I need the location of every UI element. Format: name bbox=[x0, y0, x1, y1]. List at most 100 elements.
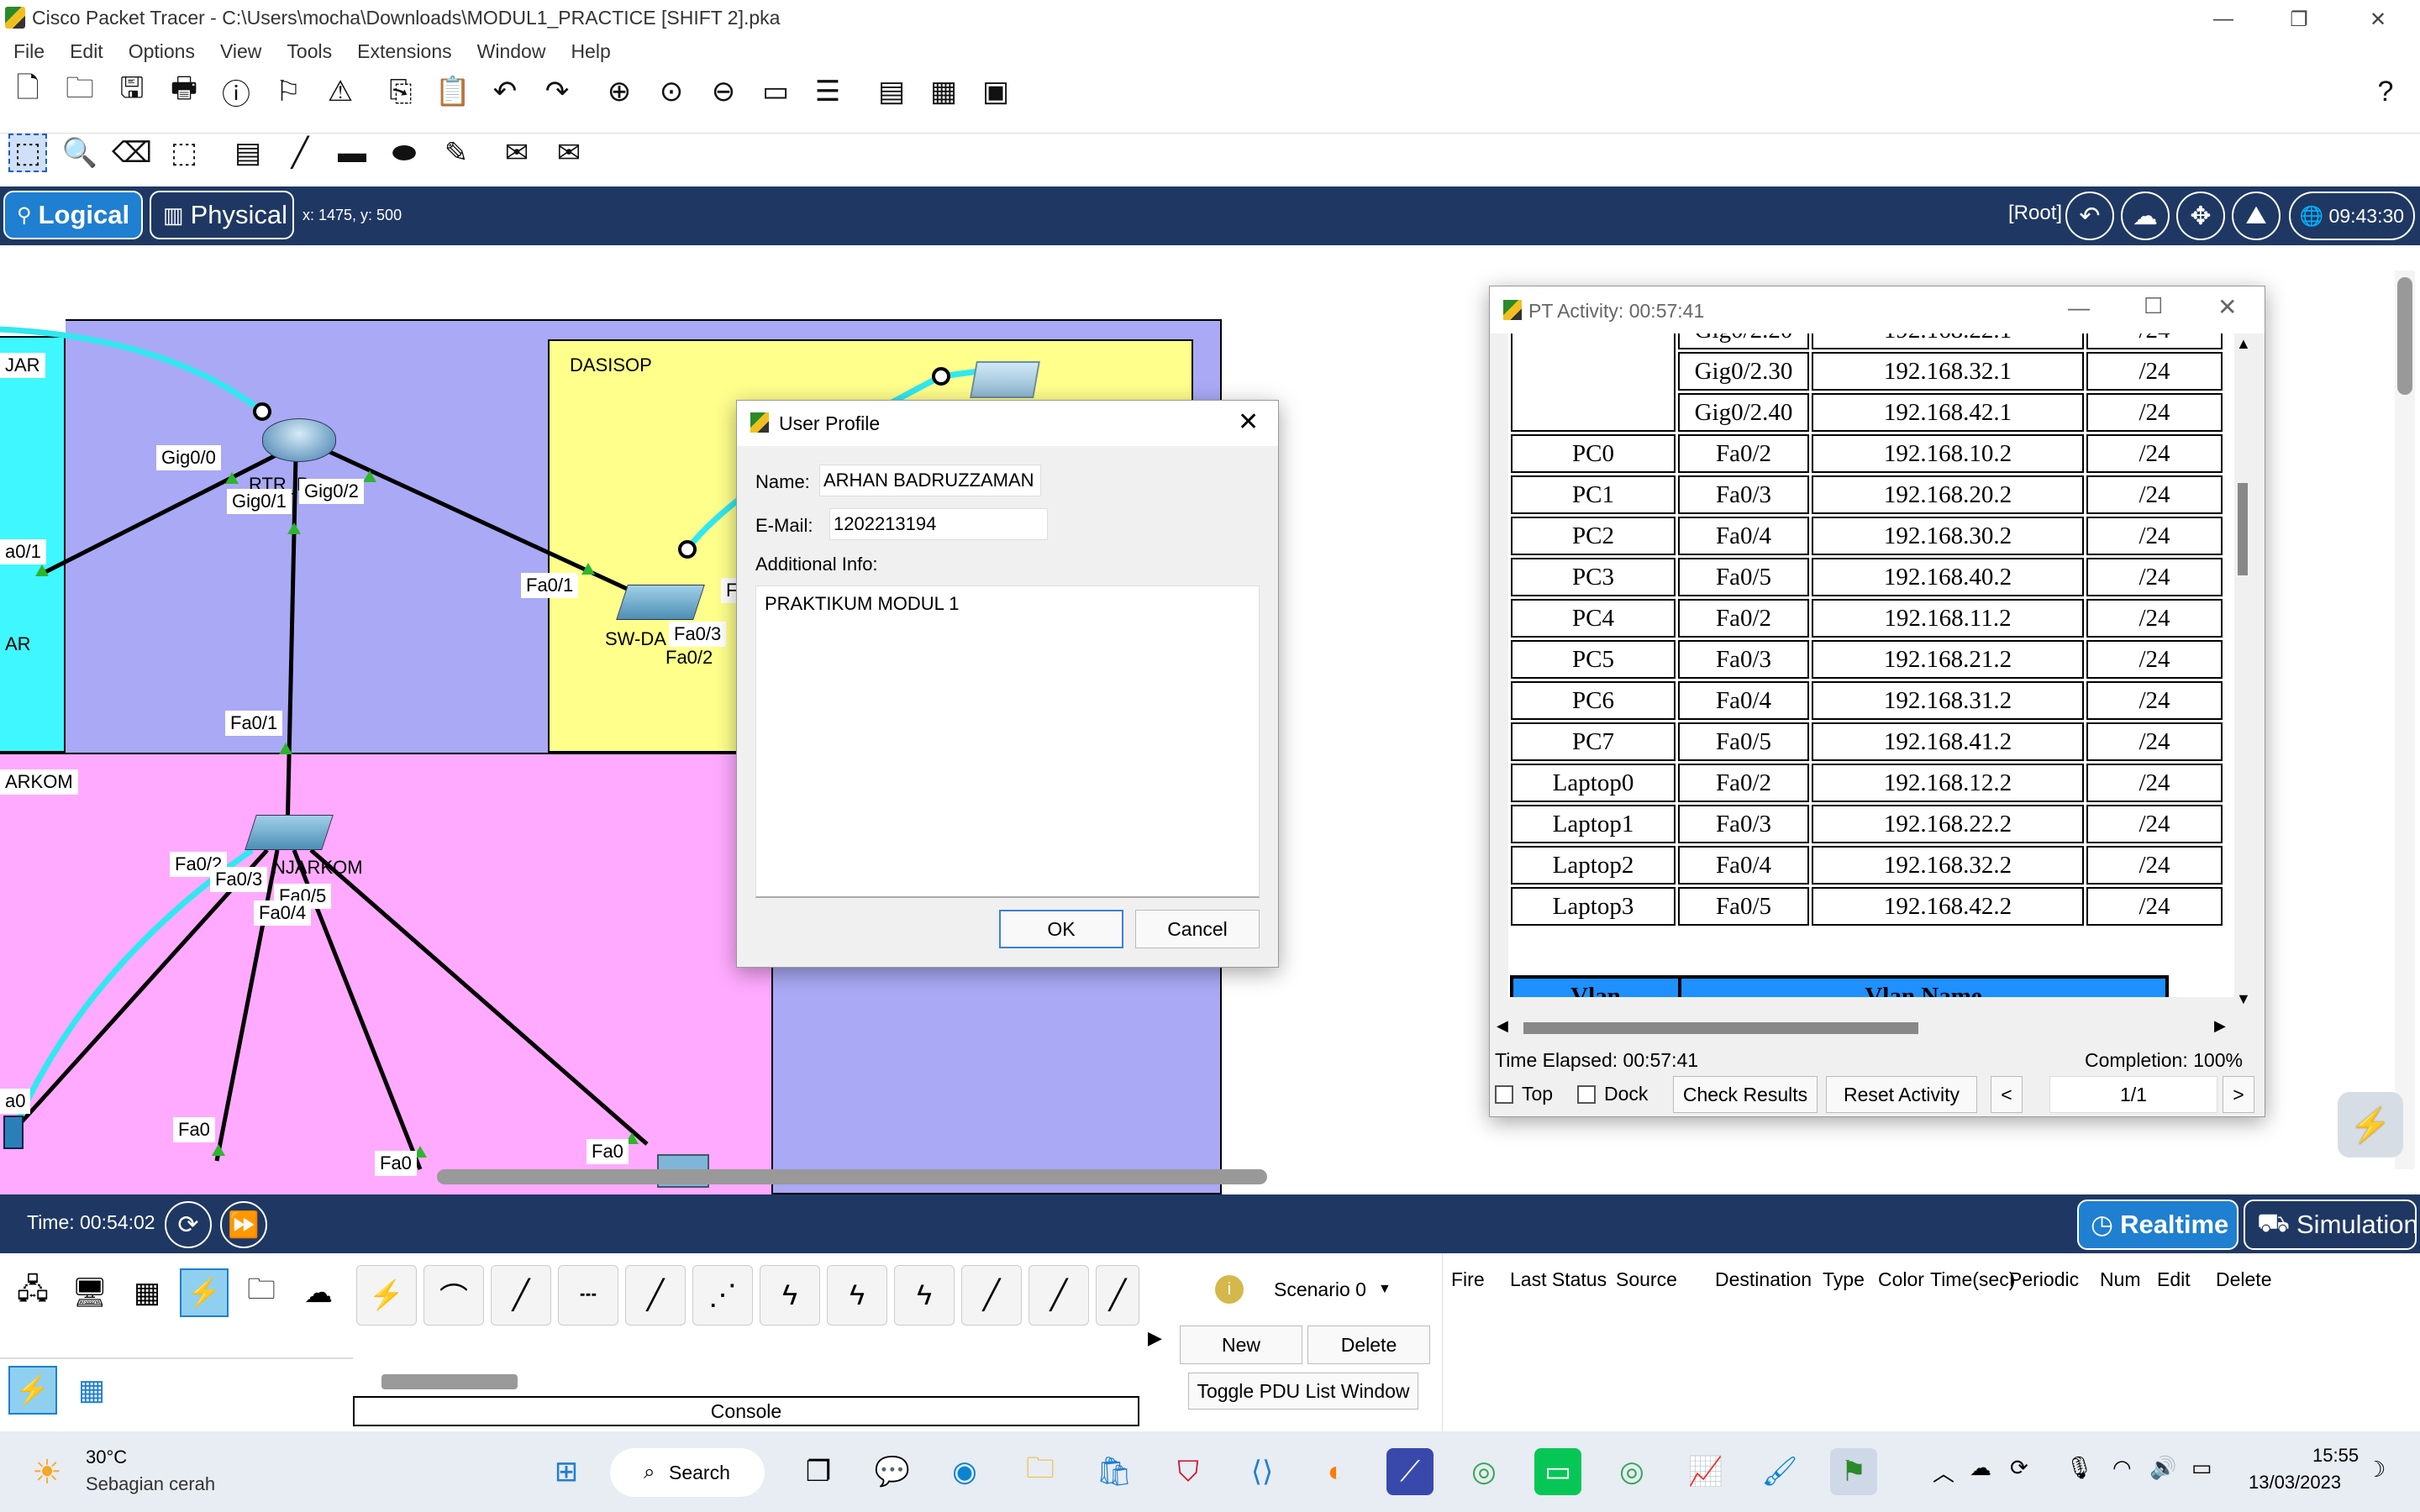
cancel-button[interactable]: Cancel bbox=[1135, 910, 1260, 948]
dialog-close-icon[interactable]: ✕ bbox=[1238, 407, 1259, 437]
activity-close-icon[interactable]: ✕ bbox=[2217, 293, 2237, 321]
notification-icon[interactable]: ☽ bbox=[2366, 1457, 2386, 1483]
tray-mic-icon[interactable]: 🎙 bbox=[2065, 1455, 2093, 1481]
activity-results-pane[interactable]: Gig0/2.20192.168.22.1/24Gig0/2.30192.168… bbox=[1508, 333, 2234, 997]
taskbar-search[interactable]: ⌕ Search bbox=[610, 1448, 765, 1497]
tray-chevron-icon[interactable]: ︿ bbox=[1933, 1457, 1954, 1488]
scenario-select[interactable]: Scenario 0 ▼ bbox=[1274, 1272, 1410, 1307]
network-devices-icon[interactable]: 🖧 bbox=[8, 1268, 57, 1317]
save-icon[interactable]: 🖫 bbox=[113, 72, 151, 111]
task-view-icon[interactable]: ❐ bbox=[795, 1448, 842, 1495]
phone-cable-icon[interactable]: ⋰ bbox=[692, 1265, 753, 1326]
paint-icon[interactable]: 🖌 bbox=[1756, 1448, 1803, 1495]
delete-icon[interactable]: ⌫ bbox=[112, 134, 152, 172]
pdu-column-header[interactable]: Fire bbox=[1451, 1268, 1485, 1291]
simulation-tab[interactable]: ⛟ Simulation bbox=[2244, 1200, 2418, 1250]
email-field[interactable] bbox=[829, 508, 1048, 540]
menu-file[interactable]: File bbox=[13, 39, 45, 64]
fiber-icon[interactable]: ╱ bbox=[625, 1265, 686, 1326]
scroll-thumb[interactable] bbox=[2397, 277, 2412, 395]
vscode-icon[interactable]: ⟨⟩ bbox=[1239, 1448, 1286, 1495]
firefox-icon[interactable]: ◐ bbox=[1313, 1448, 1360, 1495]
place-note-icon[interactable]: ▤ bbox=[229, 134, 267, 172]
paste-icon[interactable]: 📋 bbox=[434, 72, 472, 111]
redo-icon[interactable]: ↷ bbox=[538, 72, 576, 111]
reset-activity-button[interactable]: Reset Activity bbox=[1826, 1076, 1977, 1113]
zoom-out-icon[interactable]: ⊖ bbox=[704, 72, 743, 111]
scroll-right-icon[interactable]: ▶ bbox=[2214, 1017, 2226, 1035]
components-icon[interactable]: ▦ bbox=[123, 1268, 171, 1317]
device-dialog-icon[interactable]: ▦ bbox=[924, 72, 963, 111]
print-icon[interactable]: 🖶 bbox=[165, 72, 203, 111]
zoom-in-icon[interactable]: ⊕ bbox=[600, 72, 639, 111]
close-window-button[interactable]: ✕ bbox=[2353, 3, 2403, 35]
physical-tab[interactable]: ▥ Physical bbox=[150, 191, 294, 239]
draw-rectangle-icon[interactable]: ▬ bbox=[333, 134, 371, 172]
scroll-down-icon[interactable]: ▼ bbox=[2236, 990, 2251, 1008]
pc-icon[interactable] bbox=[3, 1116, 24, 1149]
menu-extensions[interactable]: Extensions bbox=[357, 39, 452, 64]
pdu-panel-arrow-icon[interactable]: ▶ bbox=[1148, 1327, 1162, 1349]
scroll-thumb[interactable] bbox=[1523, 1022, 1918, 1034]
complex-pdu-icon[interactable]: ✉ bbox=[550, 134, 588, 172]
auto-connection-icon[interactable]: ⚡ bbox=[356, 1265, 417, 1326]
laptop-icon[interactable] bbox=[970, 361, 1040, 398]
draw-line-icon[interactable]: ╱ bbox=[281, 134, 319, 172]
end-devices-icon[interactable]: 🖥 bbox=[66, 1268, 114, 1317]
connections-icon[interactable]: ⚡ bbox=[180, 1268, 229, 1317]
chat-icon[interactable]: 💬 bbox=[869, 1448, 916, 1495]
pdu-column-header[interactable]: Edit bbox=[2157, 1268, 2191, 1291]
inspect-icon[interactable]: 🔍 bbox=[60, 134, 99, 172]
scroll-thumb[interactable] bbox=[2238, 483, 2248, 575]
coaxial-icon[interactable]: ϟ bbox=[760, 1265, 820, 1326]
tray-cloud-icon[interactable]: ☁ bbox=[1970, 1455, 1991, 1481]
top-checkbox[interactable]: Top bbox=[1495, 1083, 1553, 1105]
file-explorer-icon[interactable]: 🗀 bbox=[1017, 1448, 1064, 1495]
resize-shape-icon[interactable]: ⬚ bbox=[165, 134, 203, 172]
new-scenario-button[interactable]: New bbox=[1180, 1326, 1302, 1364]
image-icon[interactable]: ▣ bbox=[976, 72, 1015, 111]
line-icon[interactable]: ▭ bbox=[1534, 1448, 1581, 1495]
menu-help[interactable]: Help bbox=[571, 39, 610, 64]
drawing-palette-icon[interactable]: ▭ bbox=[756, 72, 795, 111]
packet-tracer-icon[interactable]: ⚑ bbox=[1830, 1448, 1877, 1495]
fast-forward-icon[interactable]: ⏩ bbox=[220, 1201, 267, 1248]
custom-devices-icon[interactable]: ☰ bbox=[808, 72, 847, 111]
console-cable-icon[interactable]: ⌒ bbox=[424, 1265, 484, 1326]
delete-scenario-button[interactable]: Delete bbox=[1307, 1326, 1430, 1364]
serial-dce-icon[interactable]: ϟ bbox=[827, 1265, 887, 1326]
help-icon[interactable]: ? bbox=[2366, 72, 2405, 111]
activity-maximize-icon[interactable]: ☐ bbox=[2144, 293, 2163, 319]
pdu-column-header[interactable]: Num bbox=[2100, 1268, 2141, 1291]
router-icon[interactable] bbox=[262, 418, 336, 462]
grid-icon[interactable]: ▦ bbox=[67, 1366, 116, 1415]
simple-pdu-icon[interactable]: ✉ bbox=[497, 134, 536, 172]
switch-dasisop-icon[interactable] bbox=[616, 585, 705, 620]
pdu-column-header[interactable]: Last Status bbox=[1510, 1268, 1607, 1291]
draw-ellipse-icon[interactable]: ⬬ bbox=[385, 134, 424, 172]
pdu-column-header[interactable]: Type bbox=[1823, 1268, 1865, 1291]
start-icon[interactable]: ⊞ bbox=[543, 1448, 590, 1495]
activity-vertical-scrollbar[interactable]: ▲ ▼ bbox=[2234, 335, 2251, 1008]
miscellaneous-icon[interactable]: 🗀 bbox=[237, 1268, 286, 1317]
move-icon[interactable]: ✥ bbox=[2176, 192, 2225, 240]
realtime-tab[interactable]: ◷ Realtime bbox=[2077, 1200, 2238, 1250]
additional-info-field[interactable]: PRAKTIKUM MODUL 1 bbox=[755, 585, 1260, 898]
crossover-icon[interactable]: ┄ bbox=[558, 1265, 618, 1326]
workspace-horizontal-scrollbar[interactable] bbox=[437, 1169, 1267, 1184]
chrome2-icon[interactable]: ◎ bbox=[1608, 1448, 1655, 1495]
battery-icon[interactable]: ▭ bbox=[2191, 1455, 2212, 1481]
menu-edit[interactable]: Edit bbox=[70, 39, 103, 64]
console-bar[interactable]: Console bbox=[353, 1396, 1139, 1426]
reset-network-icon[interactable]: ⟳ bbox=[165, 1201, 212, 1248]
new-file-icon[interactable]: 🗋 bbox=[8, 72, 47, 111]
tray-sync-icon[interactable]: ⟳ bbox=[2010, 1455, 2028, 1481]
check-results-button[interactable]: Check Results bbox=[1673, 1076, 1818, 1113]
edge-icon[interactable]: ◉ bbox=[941, 1448, 988, 1495]
copy-icon[interactable]: ⎘ bbox=[381, 72, 420, 111]
pdu-column-header[interactable]: Destination bbox=[1715, 1268, 1812, 1291]
select-icon[interactable]: ⬚ bbox=[8, 134, 47, 172]
menu-options[interactable]: Options bbox=[129, 39, 195, 64]
prev-page-button[interactable]: < bbox=[1991, 1076, 2023, 1113]
pdu-column-header[interactable]: Time(sec) bbox=[1930, 1268, 2015, 1291]
